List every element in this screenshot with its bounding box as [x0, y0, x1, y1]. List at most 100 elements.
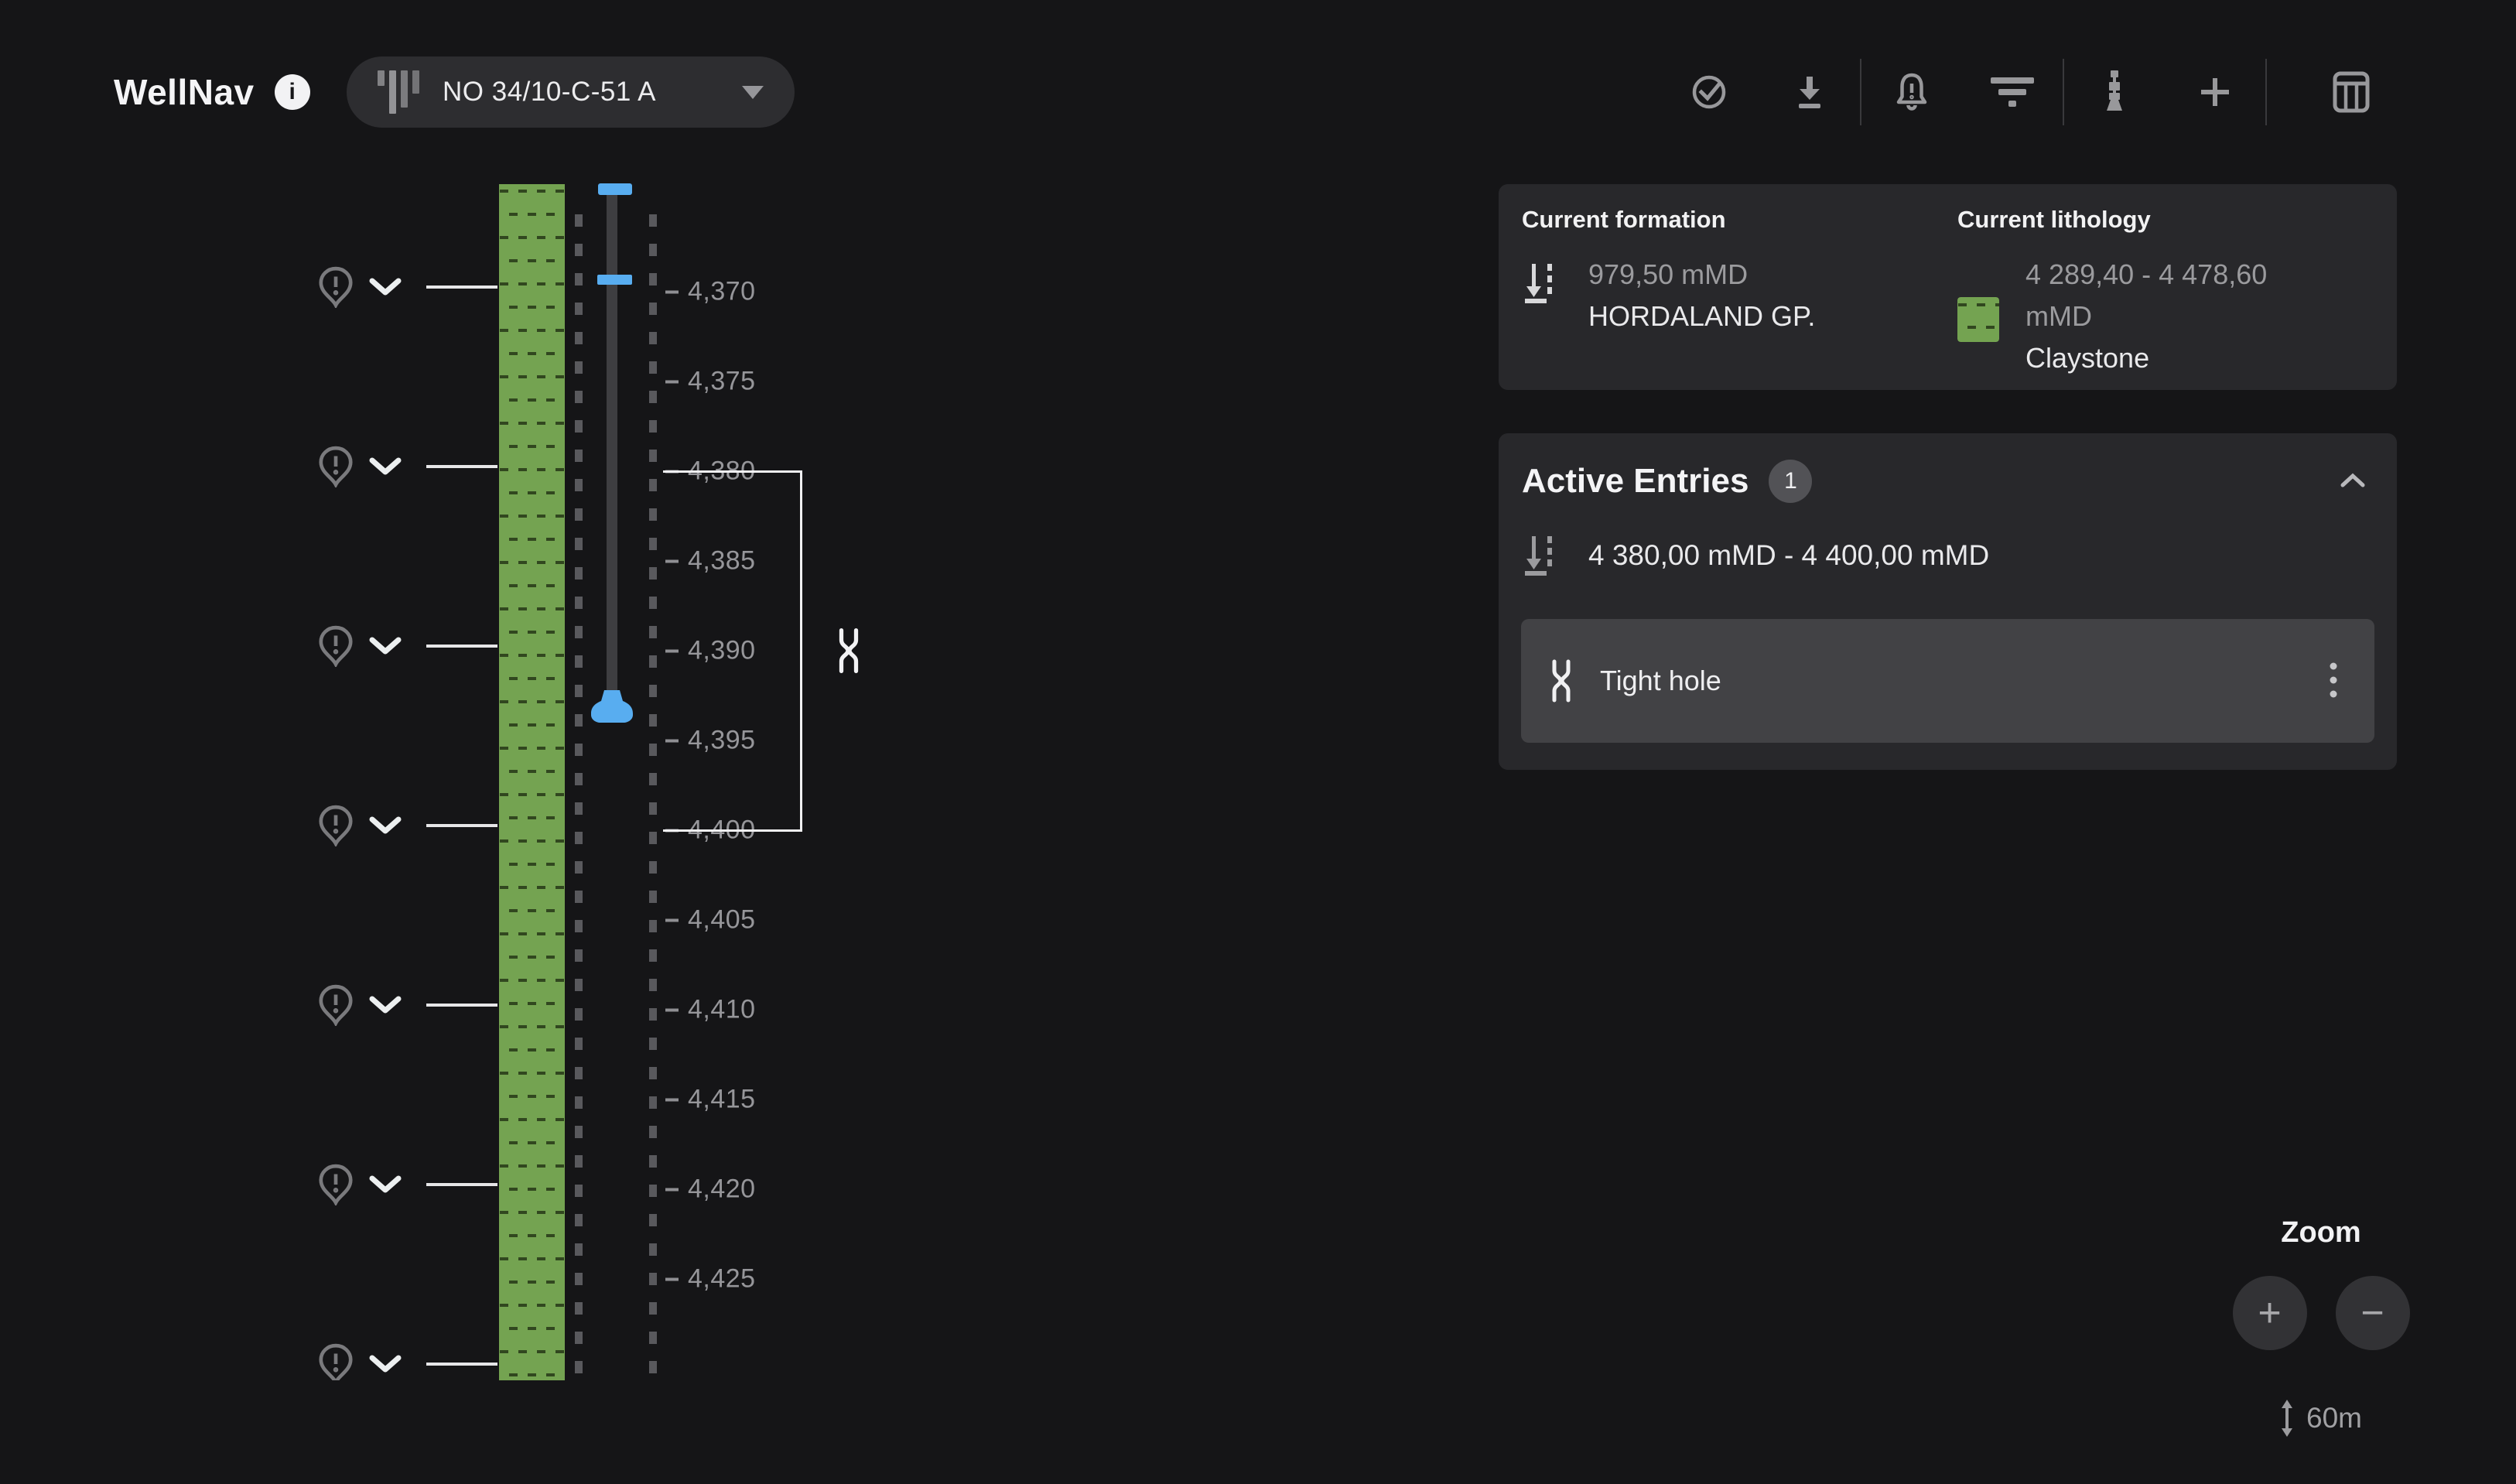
location-pin-icon[interactable]: [318, 446, 354, 487]
table-view-button[interactable]: [2301, 56, 2401, 128]
download-icon: [1793, 74, 1826, 111]
pin-marker-row: [318, 625, 497, 667]
location-pin-icon[interactable]: [318, 1164, 354, 1205]
tick-label: 4,410: [688, 995, 756, 1025]
depth-tick: 4,420: [665, 1175, 756, 1205]
depth-tick: 4,425: [665, 1264, 756, 1294]
pin-leader-line: [426, 465, 497, 468]
location-pin-icon[interactable]: [318, 805, 354, 846]
tight-hole-marker-icon: [834, 627, 863, 675]
chevron-up-icon: [2340, 473, 2366, 488]
current-formation-section: Current formation 979,50 mMD: [1522, 206, 1957, 379]
current-lithology-title: Current lithology: [1957, 206, 2374, 234]
chevron-down-icon[interactable]: [369, 637, 402, 655]
wellbore-dashed-guide-left: [575, 214, 583, 1380]
tick-mark: [665, 1098, 679, 1101]
vertical-range-icon: [2280, 1400, 2294, 1437]
add-button[interactable]: [2165, 56, 2265, 128]
pin-marker-row: [318, 1164, 497, 1205]
depth-tick: 4,405: [665, 905, 756, 935]
zoom-out-button[interactable]: −: [2336, 1276, 2410, 1350]
location-pin-icon[interactable]: [318, 1343, 354, 1380]
depth-range-icon: [1522, 262, 1562, 305]
download-button[interactable]: [1759, 56, 1860, 128]
depth-tick: 4,375: [665, 367, 756, 397]
toolbar-divider: [2265, 59, 2267, 125]
tight-hole-icon: [1547, 659, 1575, 703]
check-circle-button[interactable]: [1659, 56, 1759, 128]
chevron-down-icon[interactable]: [369, 278, 402, 296]
location-pin-icon[interactable]: [318, 625, 354, 667]
drill-string-button[interactable]: [2064, 56, 2165, 128]
tick-label: 4,425: [688, 1264, 756, 1294]
tick-mark: [665, 1188, 679, 1191]
current-formation-card: Current formation 979,50 mMD: [1499, 184, 2397, 390]
depth-track: 4,3704,3754,3804,3854,3904,3954,4004,405…: [0, 0, 1006, 1380]
current-formation-title: Current formation: [1522, 206, 1957, 234]
pin-marker-row: [318, 805, 497, 846]
tick-label: 4,420: [688, 1175, 756, 1205]
active-entries-title: Active Entries: [1522, 462, 1749, 501]
lithology-name: Claystone: [2025, 337, 2267, 379]
active-entries-count-badge: 1: [1769, 460, 1812, 503]
filter-icon: [1991, 76, 2034, 108]
wellbore-dashed-guide-right: [649, 214, 657, 1380]
collapse-card-button[interactable]: [2332, 465, 2374, 498]
table-icon: [2333, 71, 2370, 113]
pin-leader-line: [426, 645, 497, 648]
location-pin-icon[interactable]: [318, 984, 354, 1026]
lithology-range: 4 289,40 - 4 478,60: [2025, 254, 2267, 296]
toolbar: [1659, 56, 2401, 128]
pin-marker-row: [318, 266, 497, 308]
tick-mark: [665, 290, 679, 293]
filter-button[interactable]: [1962, 56, 2063, 128]
tick-label: 4,370: [688, 277, 756, 307]
depth-slider-handle[interactable]: [597, 275, 632, 285]
kebab-icon: [2330, 662, 2337, 698]
zoom-controls: Zoom + − 60m: [2220, 1216, 2422, 1437]
pin-leader-line: [426, 1004, 497, 1007]
pin-marker-row: [318, 1343, 497, 1380]
active-entry-range: 4 380,00 mMD - 4 400,00 mMD: [1588, 539, 1989, 572]
tick-label: 4,375: [688, 367, 756, 397]
depth-tick: 4,370: [665, 277, 756, 307]
pin-leader-line: [426, 824, 497, 827]
depth-tick: 4,415: [665, 1085, 756, 1115]
depth-slider-track[interactable]: [607, 194, 617, 690]
location-pin-icon[interactable]: [318, 266, 354, 308]
lithology-unit: mMD: [2025, 296, 2267, 337]
chevron-down-icon[interactable]: [369, 457, 402, 476]
check-circle-icon: [1690, 74, 1728, 111]
pin-marker-row: [318, 984, 497, 1026]
alarm-bell-button[interactable]: [1861, 56, 1962, 128]
zoom-scale-value: 60m: [2306, 1402, 2362, 1434]
tick-mark: [665, 918, 679, 922]
chevron-down-icon[interactable]: [369, 816, 402, 835]
drill-bit-marker[interactable]: [590, 690, 634, 723]
entry-row-tight-hole[interactable]: Tight hole: [1521, 619, 2374, 743]
tick-label: 4,415: [688, 1085, 756, 1115]
depth-range-icon: [1522, 534, 1562, 577]
zoom-title: Zoom: [2220, 1216, 2422, 1250]
depth-slider-top-handle[interactable]: [598, 183, 632, 195]
current-lithology-section: Current lithology 4 289,40: [1957, 206, 2374, 379]
zoom-in-button[interactable]: +: [2233, 1276, 2307, 1350]
pin-leader-line: [426, 1183, 497, 1186]
formation-depth: 979,50 mMD: [1588, 254, 1815, 296]
lithology-swatch: [1957, 297, 1999, 342]
wellnav-app: WellNav i NO 34/10-C-51 A: [0, 0, 2516, 1484]
tick-mark: [665, 1008, 679, 1011]
alarm-bell-icon: [1895, 72, 1929, 112]
pin-marker-row: [318, 446, 497, 487]
tick-mark: [665, 380, 679, 383]
chevron-down-icon[interactable]: [369, 996, 402, 1014]
active-entry-range-bracket: [663, 470, 802, 832]
pin-leader-line: [426, 1363, 497, 1366]
lithology-column-claystone: [499, 184, 565, 1380]
entry-label: Tight hole: [1600, 665, 2319, 697]
chevron-down-icon[interactable]: [369, 1355, 402, 1373]
chevron-down-icon[interactable]: [369, 1175, 402, 1194]
active-entries-card: Active Entries 1 4 380,00 mMD - 4 400: [1499, 433, 2397, 770]
entry-menu-button[interactable]: [2319, 651, 2348, 711]
tick-label: 4,405: [688, 905, 756, 935]
